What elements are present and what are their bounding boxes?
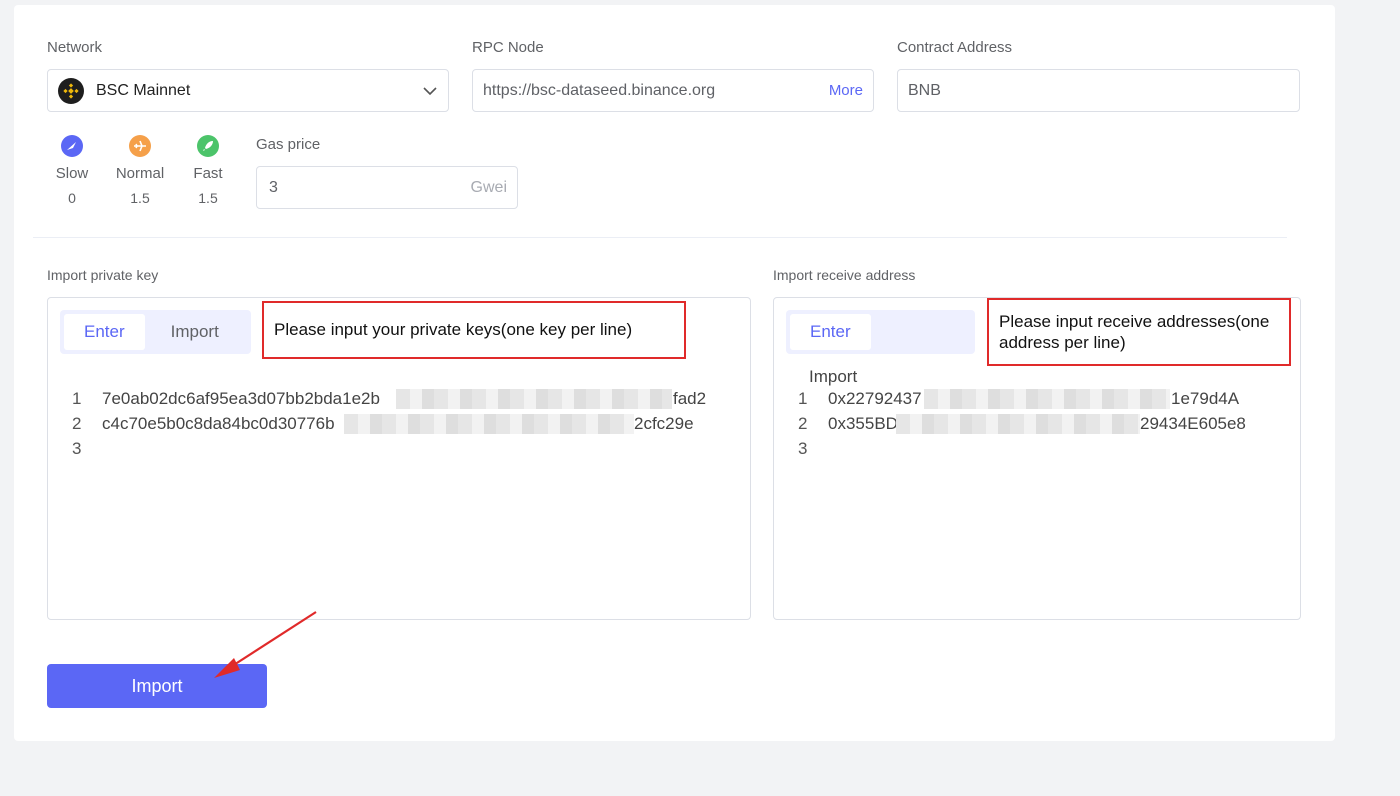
list-item: 1 7e0ab02dc6af95ea3d07bb2bda1e2b [72, 389, 380, 408]
private-key-label: Import private key [47, 267, 159, 283]
speed-slow-name: Slow [55, 165, 89, 182]
redacted-blur [896, 414, 1140, 434]
bsc-logo-icon [58, 77, 84, 104]
private-key-line-1-end: fad2 [673, 389, 707, 408]
contract-value: BNB [908, 81, 941, 99]
speed-normal-value: 1.5 [130, 190, 150, 206]
redacted-blur [924, 389, 1170, 409]
network-select[interactable]: BSC Mainnet [47, 69, 449, 112]
bird-icon [61, 135, 83, 157]
list-item: 2 c4c70e5b0c8da84bc0d30776b [72, 414, 335, 433]
rpc-value: https://bsc-dataseed.binance.org [483, 81, 716, 99]
private-key-lines: 1 7e0ab02dc6af95ea3d07bb2bda1e2b 2 c4c70e5… [72, 386, 380, 461]
contract-label: Contract Address [897, 39, 1013, 56]
redacted-blur [344, 414, 634, 434]
contract-input[interactable]: BNB [897, 69, 1300, 112]
speed-fast[interactable]: Fast 1.5 [183, 135, 233, 206]
redacted-blur [396, 389, 672, 409]
speed-fast-name: Fast [193, 165, 223, 182]
receive-label: Import receive address [773, 267, 916, 283]
speed-normal-name: Normal [115, 165, 165, 182]
speed-slow[interactable]: Slow 0 [47, 135, 97, 206]
receive-tabs: Enter [786, 310, 975, 354]
annotation-arrow-icon [214, 611, 317, 678]
rpc-more-link[interactable]: More [829, 82, 863, 99]
speed-fast-value: 1.5 [198, 190, 218, 206]
rpc-input[interactable]: https://bsc-dataseed.binance.org More [472, 69, 874, 112]
gas-input[interactable]: 3 Gwei [256, 166, 518, 209]
rpc-label: RPC Node [472, 39, 544, 56]
receive-line-1-end: 1e79d4A [1171, 389, 1240, 408]
speed-slow-value: 0 [68, 190, 76, 206]
list-item: 3 [798, 439, 808, 458]
receive-line-2-end: 29434E605e8 [1140, 414, 1246, 433]
network-selected: BSC Mainnet [96, 81, 191, 99]
gas-unit: Gwei [470, 178, 507, 196]
receive-callout: Please input receive addresses(one addre… [987, 298, 1291, 366]
list-item: 1 0x22792437 [798, 389, 922, 408]
section-divider [33, 237, 1287, 238]
network-label: Network [47, 39, 103, 56]
list-item: 3 [72, 439, 82, 458]
gas-label: Gas price [256, 136, 321, 153]
plane-icon [129, 135, 151, 157]
gas-value: 3 [269, 178, 278, 196]
private-key-tabs: Enter Import [60, 310, 251, 354]
speed-normal[interactable]: Normal 1.5 [115, 135, 165, 206]
private-key-callout: Please input your private keys(one key p… [262, 301, 686, 359]
chevron-down-icon [423, 87, 437, 96]
tab-import[interactable]: Import [145, 314, 239, 350]
tab-enter[interactable]: Enter [64, 314, 145, 350]
private-key-line-2-end: 2cfc29e [634, 414, 694, 433]
rocket-icon [197, 135, 219, 157]
tab-enter[interactable]: Enter [790, 314, 871, 350]
